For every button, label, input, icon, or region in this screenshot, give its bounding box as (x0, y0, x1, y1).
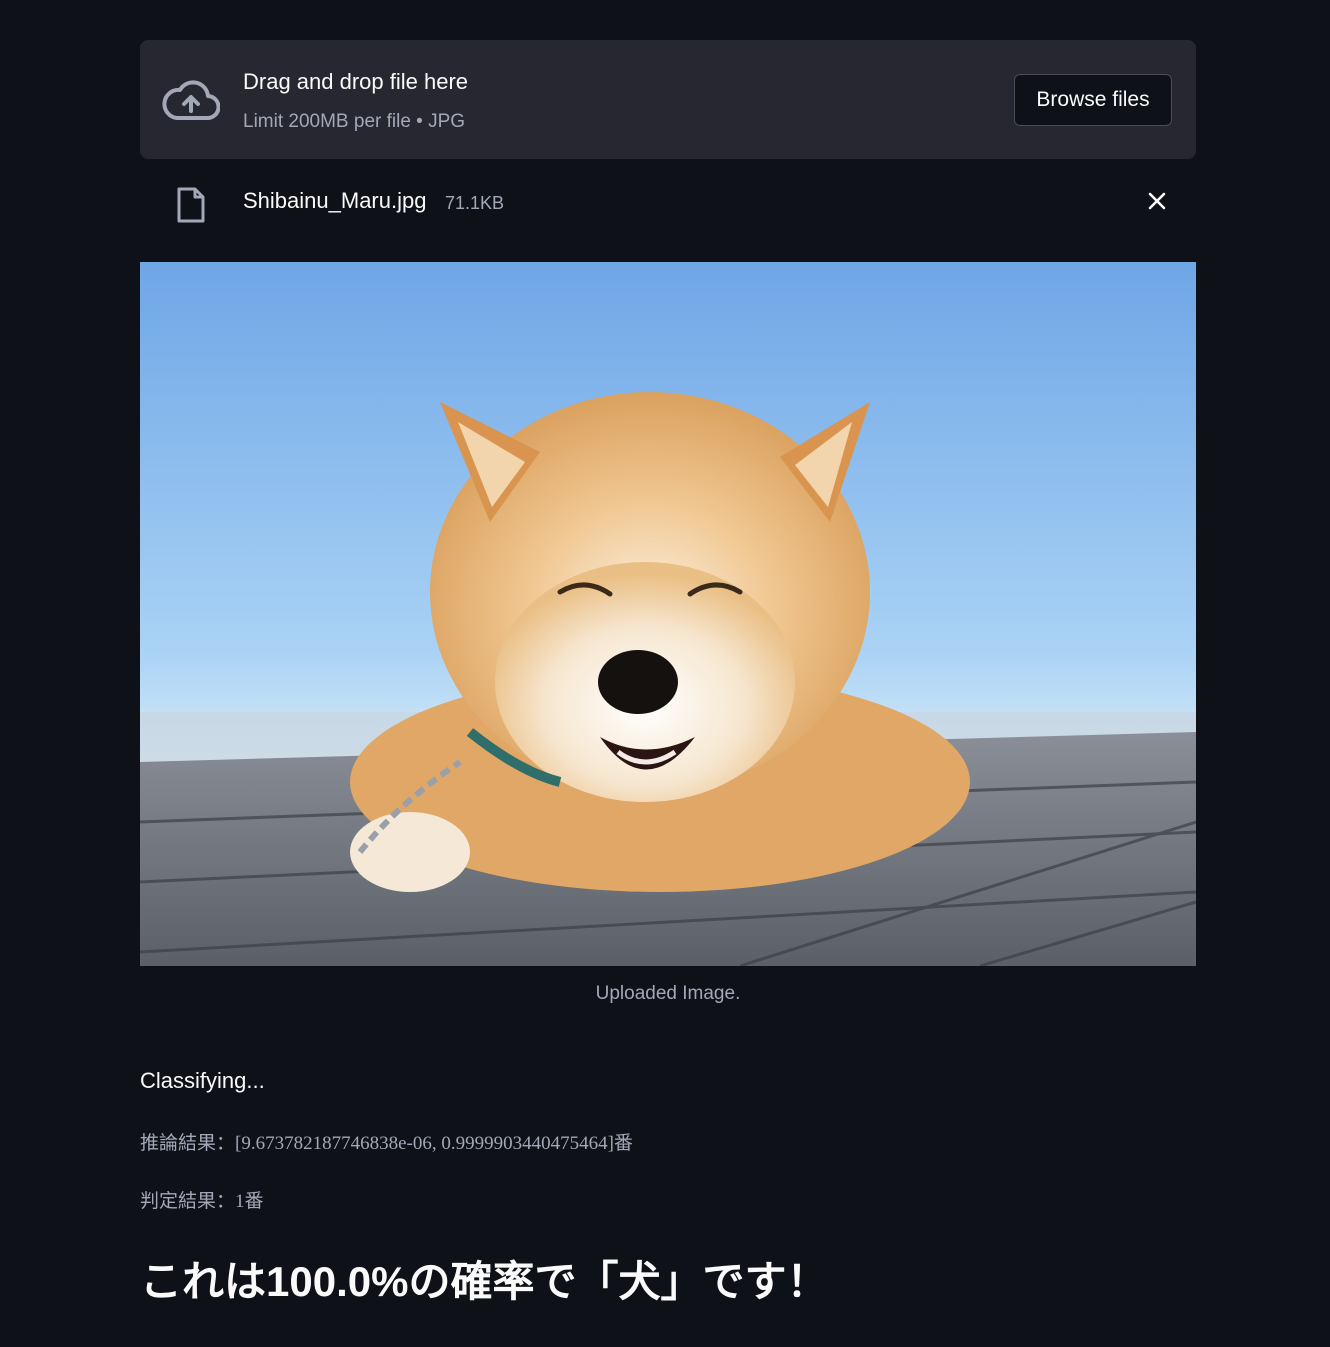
uploaded-dog-image (140, 262, 1196, 966)
browse-files-button[interactable]: Browse files (1014, 74, 1172, 126)
file-name: Shibainu_Maru.jpg (243, 188, 427, 213)
uploaded-file-item: Shibainu_Maru.jpg 71.1KB (140, 170, 1196, 236)
remove-file-close-icon[interactable] (1142, 186, 1172, 216)
judgement-result-text: 判定結果：1番 (140, 1191, 264, 1212)
cloud-upload-icon (162, 80, 220, 120)
file-dropzone[interactable]: Drag and drop file here Limit 200MB per … (140, 40, 1196, 159)
final-result-heading: これは100.0%の確率で「犬」です！ (140, 1258, 829, 1305)
image-caption: Uploaded Image. (595, 983, 741, 1004)
dropzone-title: Drag and drop file here (243, 69, 469, 94)
file-size: 71.1KB (445, 193, 505, 213)
file-icon (177, 187, 205, 223)
inference-result-text: 推論結果：[9.673782187746838e-06, 0.999990344… (140, 1133, 633, 1154)
dropzone-limit-text: Limit 200MB per file • JPG (243, 111, 466, 132)
classifying-status: Classifying... (140, 1068, 265, 1093)
